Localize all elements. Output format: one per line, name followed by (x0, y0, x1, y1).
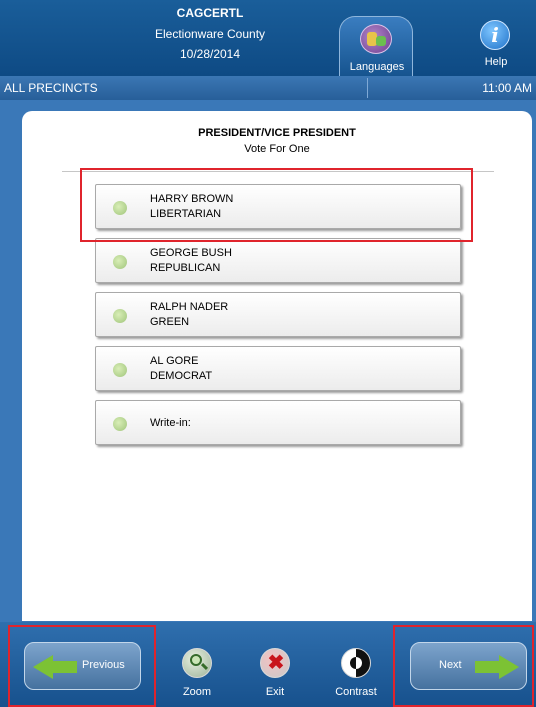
status-divider (367, 78, 368, 98)
candidate-option-al-gore[interactable]: AL GORE DEMOCRAT (95, 346, 461, 391)
exit-button[interactable]: ✖ Exit (245, 648, 305, 704)
radio-indicator (113, 201, 127, 215)
zoom-icon (182, 648, 212, 678)
precinct-label: ALL PRECINCTS (4, 81, 98, 95)
contest-title: PRESIDENT/VICE PRESIDENT (198, 127, 356, 139)
candidate-option-george-bush[interactable]: GEORGE BUSH REPUBLICAN (95, 238, 461, 283)
help-button[interactable]: i Help (468, 16, 524, 72)
candidate-party: DEMOCRAT (150, 370, 213, 382)
clock-time: 11:00 AM (482, 81, 532, 95)
status-bar: ALL PRECINCTS 11:00 AM (0, 76, 536, 100)
languages-button[interactable]: Languages (339, 16, 413, 76)
help-icon: i (480, 20, 510, 50)
contrast-icon (341, 648, 371, 678)
contest-instructions: Vote For One (244, 143, 310, 155)
divider (62, 171, 494, 172)
zoom-label: Zoom (182, 686, 212, 698)
arrow-right-icon (475, 655, 519, 679)
candidate-name: RALPH NADER (150, 301, 229, 313)
exit-icon: ✖ (260, 648, 290, 678)
radio-indicator (113, 363, 127, 377)
candidate-name: GEORGE BUSH (150, 247, 232, 259)
candidate-option-ralph-nader[interactable]: RALPH NADER GREEN (95, 292, 461, 337)
zoom-button[interactable]: Zoom (167, 648, 227, 704)
languages-label: Languages (349, 61, 405, 73)
ballot-panel: PRESIDENT/VICE PRESIDENT Vote For One HA… (22, 111, 532, 621)
languages-icon (360, 24, 392, 54)
next-button[interactable]: Next (410, 642, 527, 690)
arrow-left-icon (33, 655, 77, 679)
write-in-option[interactable]: Write-in: (95, 400, 461, 445)
candidate-option-harry-brown[interactable]: HARRY BROWN LIBERTARIAN (95, 184, 461, 229)
next-label: Next (439, 659, 462, 671)
candidate-party: REPUBLICAN (150, 262, 221, 274)
footer-bar: Previous Zoom ✖ Exit Contrast Next (0, 622, 536, 707)
candidate-party: GREEN (150, 316, 190, 328)
election-code: CAGCERTL (176, 6, 244, 20)
help-label: Help (484, 56, 508, 68)
previous-button[interactable]: Previous (24, 642, 141, 690)
candidate-party: LIBERTARIAN (150, 208, 222, 220)
exit-label: Exit (265, 686, 285, 698)
radio-indicator (113, 309, 127, 323)
radio-indicator (113, 417, 127, 431)
election-date: 10/28/2014 (179, 47, 241, 61)
previous-label: Previous (82, 659, 125, 671)
candidate-name: HARRY BROWN (150, 193, 234, 205)
radio-indicator (113, 255, 127, 269)
contrast-button[interactable]: Contrast (326, 648, 386, 704)
contrast-label: Contrast (335, 686, 377, 698)
write-in-label: Write-in: (150, 417, 191, 429)
county-name: Electionware County (154, 27, 266, 41)
header-bar: CAGCERTL Electionware County 10/28/2014 … (0, 0, 536, 76)
candidate-name: AL GORE (150, 355, 199, 367)
